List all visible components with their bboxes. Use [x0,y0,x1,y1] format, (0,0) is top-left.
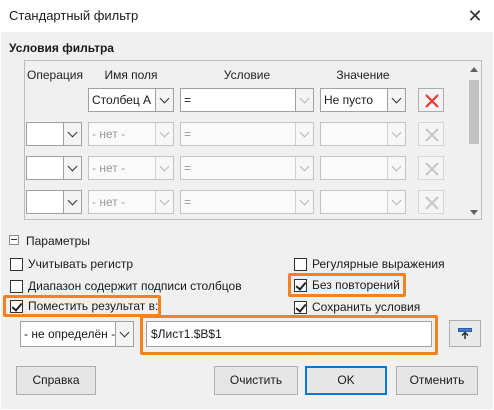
header-field-name: Имя поля [104,68,158,82]
chevron-down-icon[interactable] [295,123,313,145]
field-name-select-1[interactable]: Столбец A [88,88,174,112]
case-sensitive-label: Учитывать регистр [28,257,134,271]
no-duplicates-label: Без повторений [312,278,400,292]
chevron-down-icon[interactable] [155,157,173,179]
regex-label: Регулярные выражения [312,257,445,271]
regex-checkbox[interactable] [294,258,307,271]
field-name-select-3[interactable]: - нет - [88,156,174,180]
scroll-up-icon[interactable] [467,62,481,76]
value-select-3[interactable] [320,156,406,180]
keep-criteria-label: Сохранить условия [312,300,421,314]
chevron-down-icon[interactable] [295,191,313,213]
case-sensitive-checkbox[interactable] [10,258,23,271]
condition-select-3[interactable]: = [180,156,314,180]
condition-select-4[interactable]: = [180,190,314,214]
operation-select-3[interactable] [26,156,82,180]
chevron-down-icon[interactable] [295,157,313,179]
chevron-down-icon[interactable] [115,322,133,346]
condition-value-4: = [184,195,192,209]
value-select-1[interactable]: Не пусто [320,88,406,112]
collapse-icon[interactable] [9,235,19,245]
chevron-down-icon[interactable] [155,89,173,111]
filter-criteria-title: Условия фильтра [9,41,114,55]
field-name-value-4: - нет - [92,195,126,209]
range-headers-label: Диапазон содержит подписи столбцов [28,279,242,293]
field-name-select-2[interactable]: - нет - [88,122,174,146]
chevron-down-icon[interactable] [295,89,313,111]
scroll-down-icon[interactable] [467,205,481,219]
value-text-1: Не пусто [324,93,374,107]
copy-results-label: Поместить результат в: [28,299,159,313]
condition-value-2: = [184,127,192,141]
copy-target-value: $Лист1.$B$1 [151,327,222,341]
chevron-down-icon[interactable] [387,89,405,111]
scroll-thumb[interactable] [469,80,479,144]
header-operation: Операция [27,68,83,82]
copy-results-checkbox[interactable] [10,300,23,313]
field-name-select-4[interactable]: - нет - [88,190,174,214]
chevron-down-icon[interactable] [387,123,405,145]
condition-value-3: = [184,161,192,175]
value-select-2[interactable] [320,122,406,146]
condition-value-1: = [184,93,192,107]
window-title: Стандартный фильтр [9,8,139,23]
cancel-button[interactable]: Отменить [396,366,478,395]
ok-button[interactable]: OK [305,366,387,395]
delete-x-icon [425,128,439,142]
remove-condition-button-3[interactable] [418,156,444,180]
chevron-down-icon[interactable] [63,157,81,179]
header-value: Значение [336,68,390,82]
delete-x-icon [425,196,439,210]
copy-target-select-value: - не определён - [24,327,116,341]
field-name-value-2: - нет - [92,127,126,141]
header-condition: Условие [223,68,271,82]
chevron-down-icon[interactable] [387,191,405,213]
remove-condition-button-1[interactable] [418,88,444,112]
field-name-value-1: Столбец A [92,93,152,107]
close-icon[interactable]: ✕ [462,4,488,28]
operation-select-2[interactable] [26,122,82,146]
options-expander-label[interactable]: Параметры [26,234,90,248]
collapse-dialog-icon [458,328,472,339]
delete-x-icon [425,94,439,108]
help-button[interactable]: Справка [16,366,96,395]
chevron-down-icon[interactable] [155,191,173,213]
remove-condition-button-4[interactable] [418,190,444,214]
delete-x-icon [425,162,439,176]
condition-select-1[interactable]: = [180,88,314,112]
remove-condition-button-2[interactable] [418,122,444,146]
chevron-down-icon[interactable] [387,157,405,179]
no-duplicates-checkbox[interactable] [294,279,307,292]
copy-target-select[interactable]: - не определён - [20,321,134,347]
value-select-4[interactable] [320,190,406,214]
copy-target-input[interactable]: $Лист1.$B$1 [146,321,432,347]
condition-select-2[interactable]: = [180,122,314,146]
keep-criteria-checkbox[interactable] [294,301,307,314]
field-name-value-3: - нет - [92,161,126,175]
chevron-down-icon[interactable] [155,123,173,145]
operation-select-4[interactable] [26,190,82,214]
reset-button[interactable]: Очистить [214,366,298,395]
chevron-down-icon[interactable] [63,191,81,213]
shrink-dialog-button[interactable] [449,320,481,347]
range-headers-checkbox[interactable] [10,280,23,293]
chevron-down-icon[interactable] [63,123,81,145]
